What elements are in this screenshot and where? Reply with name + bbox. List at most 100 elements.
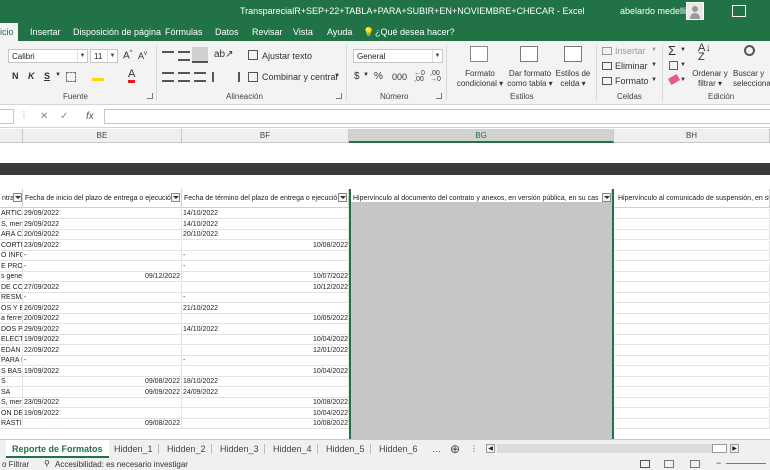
thousands-separator-icon[interactable]: 000 — [392, 72, 407, 82]
table-cell[interactable]: 09/08/2022 — [23, 419, 182, 429]
font-color-icon[interactable]: A — [128, 69, 136, 83]
font-launcher-icon[interactable] — [147, 93, 153, 99]
format-button[interactable]: Formato — [615, 76, 649, 86]
table-cell[interactable] — [182, 220, 349, 230]
zoom-slider[interactable] — [726, 463, 766, 464]
table-cell[interactable] — [614, 366, 770, 377]
sheet-tab-hidden-2[interactable]: Hidden_2 — [167, 440, 206, 458]
zoom-out-icon[interactable]: − — [716, 458, 721, 468]
table-cell[interactable] — [614, 387, 770, 398]
column-header[interactable] — [0, 129, 23, 143]
user-name[interactable]: abelardo medellin — [620, 6, 691, 16]
formula-input[interactable] — [104, 109, 770, 124]
accessibility-icon[interactable]: ⚲ — [44, 459, 50, 468]
table-cell[interactable] — [614, 324, 770, 335]
table-cell[interactable]: 10/08/2022 — [182, 419, 349, 429]
filter-dropdown-icon[interactable] — [338, 193, 347, 202]
table-cell[interactable] — [182, 251, 349, 261]
tab-disposicion[interactable]: Disposición de página — [73, 27, 161, 37]
table-cell[interactable] — [614, 314, 770, 324]
table-cell[interactable] — [182, 209, 349, 219]
table-cell[interactable]: 29/09/2022 — [23, 324, 182, 335]
cell-styles-icon[interactable] — [564, 46, 582, 62]
table-cell[interactable] — [614, 261, 770, 272]
table-cell[interactable]: - — [23, 261, 182, 272]
table-cell[interactable] — [614, 345, 770, 356]
delete-button[interactable]: Eliminar — [615, 61, 648, 71]
insert-button[interactable]: Insertar — [615, 46, 646, 56]
fill-icon[interactable] — [669, 61, 678, 70]
percent-icon[interactable]: % — [374, 71, 383, 82]
table-cell[interactable]: 09/09/2022 — [23, 387, 182, 398]
ribbon-display-options-icon[interactable] — [732, 5, 746, 17]
table-cell[interactable]: E PROTE — [0, 261, 23, 272]
table-cell[interactable]: - — [23, 293, 182, 303]
table-cell[interactable]: 10/08/2022 — [182, 398, 349, 408]
chevron-down-icon[interactable]: ▼ — [680, 47, 686, 53]
table-cell[interactable]: ELECTRIC — [0, 335, 23, 345]
table-cell[interactable]: OS Y EQ — [0, 303, 23, 314]
align-right-icon[interactable] — [194, 72, 206, 82]
fill-color-icon[interactable] — [92, 71, 104, 81]
enter-icon[interactable]: ✓ — [60, 111, 68, 122]
merge-center-button[interactable]: Combinar y centrar — [262, 72, 339, 82]
table-cell[interactable]: 27/09/2022 — [23, 282, 182, 293]
delete-cells-icon[interactable] — [602, 62, 612, 70]
table-cell[interactable] — [614, 272, 770, 282]
table-cell[interactable] — [182, 377, 349, 387]
chevron-down-icon[interactable]: ▼ — [363, 72, 369, 78]
table-cell[interactable]: RESMAL — [0, 293, 23, 303]
search-icon[interactable] — [744, 45, 755, 56]
sheet-tab-reporte[interactable]: Reporte de Formatos — [6, 440, 109, 458]
worksheet-grid[interactable]: ntra Fecha de inicio del plazo de entreg… — [0, 144, 770, 439]
table-cell[interactable]: 10/04/2022 — [182, 367, 349, 377]
chevron-down-icon[interactable]: ▼ — [55, 72, 61, 78]
table-cell[interactable]: 10/08/2022 — [182, 241, 349, 251]
table-cell[interactable] — [614, 251, 770, 261]
table-cell[interactable]: 29/09/2022 — [23, 209, 182, 219]
underline-button[interactable]: S — [44, 71, 50, 81]
table-cell[interactable] — [182, 356, 349, 366]
table-cell[interactable] — [614, 303, 770, 314]
column-header-bh[interactable]: BH — [614, 129, 770, 143]
table-cell[interactable]: ARA CÁM — [0, 230, 23, 240]
table-cell[interactable]: 10/04/2022 — [182, 335, 349, 345]
conditional-format-button[interactable]: Formato condicional ▾ — [455, 69, 505, 89]
table-cell[interactable]: SA — [0, 387, 23, 398]
chevron-down-icon[interactable]: ▼ — [651, 77, 657, 83]
table-cell[interactable] — [182, 304, 349, 314]
table-cell[interactable] — [614, 419, 770, 429]
font-name-select[interactable]: Calibri ▼ — [8, 49, 88, 63]
wrap-text-icon[interactable] — [248, 50, 258, 60]
table-cell[interactable]: ARTICULO — [0, 209, 23, 219]
align-center-icon[interactable] — [178, 72, 190, 82]
sort-filter-icon[interactable]: A↓ Z — [698, 43, 711, 63]
number-launcher-icon[interactable] — [436, 93, 442, 99]
table-cell[interactable]: 10/12/2022 — [182, 283, 349, 293]
table-cell[interactable]: RÁSTICO — [0, 419, 23, 429]
table-cell[interactable]: S, menor — [0, 398, 23, 408]
table-cell[interactable]: 19/09/2022 — [23, 408, 182, 419]
table-cell[interactable]: DE CONS — [0, 282, 23, 293]
sheet-tab-hidden-5[interactable]: Hidden_5 — [326, 440, 365, 458]
selected-column-bg[interactable] — [349, 202, 614, 439]
format-as-table-icon[interactable] — [520, 46, 538, 62]
table-cell[interactable]: EDÁN — [0, 345, 23, 356]
increase-indent-icon[interactable] — [228, 72, 240, 82]
decrease-decimal-icon[interactable]: ,00 →0 — [430, 70, 441, 83]
table-cell[interactable] — [614, 219, 770, 230]
user-avatar-icon[interactable] — [686, 2, 704, 20]
chevron-down-icon[interactable]: ▼ — [680, 77, 686, 83]
find-select-button[interactable]: Buscar y seleccionar — [733, 69, 770, 89]
tab-inicio[interactable]: icio — [0, 23, 18, 41]
table-cell[interactable]: 12/01/2022 — [182, 346, 349, 356]
autosum-icon[interactable]: Σ — [668, 43, 676, 58]
table-cell[interactable]: ON DE SE — [0, 408, 23, 419]
table-cell[interactable] — [182, 325, 349, 335]
table-cell[interactable]: 26/09/2022 — [23, 303, 182, 314]
sheet-tab-hidden-4[interactable]: Hidden_4 — [273, 440, 312, 458]
align-top-icon[interactable] — [162, 51, 174, 61]
name-box[interactable] — [0, 109, 14, 124]
align-middle-icon[interactable] — [178, 51, 190, 61]
insert-cells-icon[interactable] — [602, 47, 612, 55]
